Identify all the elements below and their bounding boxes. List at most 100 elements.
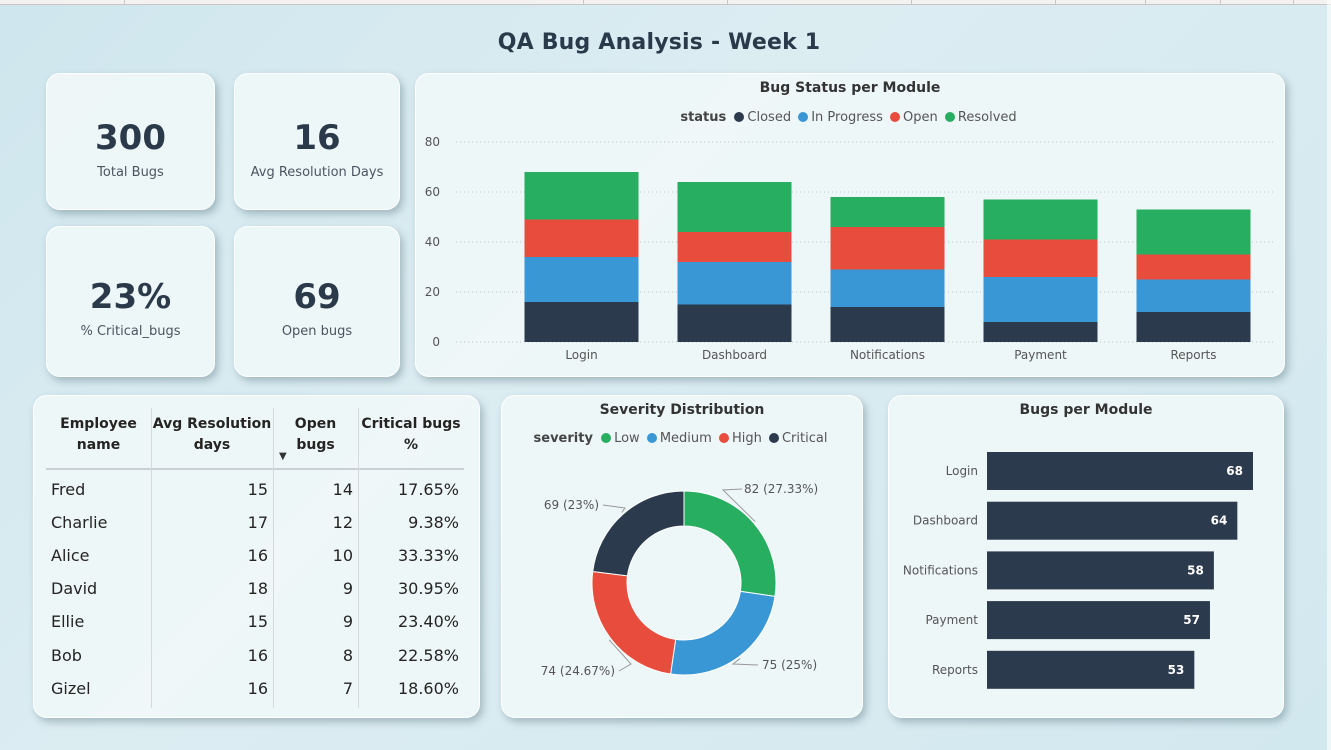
slice-data-label: 82 (27.33%) (744, 482, 818, 496)
module-bar (987, 452, 1253, 490)
cell-employee-name: Fred (51, 480, 86, 499)
cell-avg-resolution: 16 (247, 678, 268, 698)
cell-critical-percent: 22.58% (397, 645, 459, 665)
cell-avg-resolution: 16 (247, 645, 268, 665)
x-tick-label: Payment (1014, 348, 1067, 362)
table-row[interactable]: David 18 9 30.95% (46, 572, 464, 605)
severity-donut-plot: 82 (27.33%) 75 (25%) 74 (24.67%) 69 (23%) (541, 482, 818, 678)
module-chart-card[interactable]: Bugs per Module Login 68 Dashboard 64 Notifi… (888, 395, 1284, 718)
cell-employee-name: Charlie (51, 513, 108, 533)
header-avg-resolution[interactable]: Avg Resolution days (151, 414, 273, 456)
stack-segment-closed (524, 302, 639, 342)
cell-critical-percent: 30.95% (397, 579, 459, 599)
cell-critical-percent: 17.65% (397, 480, 459, 499)
slice-data-label: 74 (24.67%) (541, 664, 615, 678)
stack-segment-in-progress (524, 257, 639, 302)
header-line: % (403, 437, 419, 453)
donut-slice-high (591, 570, 677, 675)
category-label: Reports (932, 663, 978, 677)
cell-avg-resolution: 15 (247, 480, 268, 499)
header-employee-name[interactable]: Employee name (46, 414, 151, 456)
severity-chart-card[interactable]: Severity Distribution severity Low Mediu… (501, 395, 863, 718)
cell-avg-resolution: 16 (247, 546, 268, 566)
x-tick-label: Notifications (850, 348, 925, 362)
stack-segment-resolved (983, 199, 1098, 240)
table-row[interactable]: Fred 15 14 17.65% (46, 473, 464, 506)
stack-segment-open (677, 232, 792, 262)
donut-slice-medium (669, 590, 776, 676)
cell-critical-percent: 18.60% (397, 678, 459, 698)
slice-data-label: 69 (23%) (544, 498, 599, 512)
header-line: Critical bugs (361, 416, 461, 432)
cell-employee-name: Bob (51, 645, 82, 665)
stack-segment-in-progress (983, 277, 1098, 322)
table-row[interactable]: Ellie 15 9 23.40% (46, 605, 464, 638)
stack-segment-closed (983, 322, 1098, 342)
cell-employee-name: David (51, 579, 98, 599)
stack-segment-open (830, 227, 945, 270)
module-bar (987, 650, 1195, 689)
stack-segment-resolved (677, 182, 792, 232)
stack-segment-open (1136, 254, 1251, 280)
table-row[interactable]: Gizel 16 7 18.60% (46, 672, 464, 705)
kpi-label: % Critical_bugs (80, 324, 181, 339)
employee-table-card[interactable]: Employee name Avg Resolution days Open bugs… (33, 395, 480, 718)
y-tick-label: 40 (425, 235, 440, 249)
table-row[interactable]: Charlie 17 12 9.38% (46, 506, 464, 539)
donut-slice-low (683, 490, 777, 598)
category-label: Login (946, 464, 978, 478)
category-label: Payment (925, 613, 978, 627)
kpi-value: 300 (95, 118, 166, 158)
status-chart-plot: 0 20 40 60 80 Login Dashboard Notifications Paym… (425, 135, 1276, 362)
kpi-card-avg-resolution[interactable]: 16 Avg Resolution Days (234, 73, 400, 210)
table-row[interactable]: Bob 16 8 22.58% (46, 639, 464, 672)
stack-segment-open (524, 219, 639, 257)
stack-segment-closed (677, 304, 792, 342)
stack-segment-closed (830, 307, 945, 342)
stack-segment-in-progress (830, 269, 945, 307)
y-tick-label: 20 (425, 285, 440, 299)
cell-critical-percent: 33.33% (397, 546, 459, 566)
stack-segment-open (983, 239, 1098, 277)
leader-line (731, 658, 759, 666)
cell-open-bugs: 7 (342, 678, 353, 698)
sort-descending-icon[interactable]: ▼ (279, 451, 287, 462)
header-critical-percent[interactable]: Critical bugs% (358, 414, 464, 456)
header-open-bugs[interactable]: Open bugs (273, 414, 358, 456)
cell-avg-resolution: 18 (247, 579, 268, 599)
kpi-card-critical-percent[interactable]: 23% % Critical_bugs (46, 226, 215, 377)
module-bar-plot: Login 68 Dashboard 64 Notifications 58 Payment… (903, 452, 1253, 689)
cell-open-bugs: 14 (332, 480, 353, 499)
leader-line (602, 504, 626, 513)
ribbon-strip (0, 0, 1331, 5)
header-line: Employee (60, 416, 137, 432)
cell-open-bugs: 8 (342, 645, 353, 665)
header-line: Avg Resolution (152, 416, 272, 432)
stack-segment-closed (1136, 312, 1251, 342)
stack-segment-resolved (830, 197, 945, 227)
bar-data-label: 57 (1183, 613, 1200, 627)
cell-critical-percent: 9.38% (408, 513, 459, 533)
kpi-card-open-bugs[interactable]: 69 Open bugs (234, 226, 400, 377)
slice-data-label: 75 (25%) (762, 658, 817, 672)
category-label: Notifications (903, 563, 978, 577)
cell-open-bugs: 12 (332, 513, 353, 533)
kpi-value: 23% (89, 277, 172, 317)
kpi-card-total-bugs[interactable]: 300 Total Bugs (46, 73, 215, 210)
category-label: Dashboard (913, 514, 978, 528)
kpi-value: 69 (293, 277, 341, 317)
bar-data-label: 53 (1168, 663, 1185, 677)
cell-open-bugs: 10 (332, 546, 353, 566)
status-chart-card[interactable]: Bug Status per Module status Closed In P… (415, 73, 1285, 377)
canvas-edge (1327, 0, 1331, 750)
cell-avg-resolution: 15 (247, 612, 268, 632)
table-row[interactable]: Alice 16 10 33.33% (46, 539, 464, 572)
cell-employee-name: Alice (51, 546, 90, 566)
x-tick-label: Dashboard (702, 348, 767, 362)
stack-segment-resolved (524, 172, 639, 220)
y-tick-label: 60 (425, 185, 440, 199)
cell-open-bugs: 9 (342, 579, 353, 599)
x-tick-label: Login (565, 348, 597, 362)
header-line: days (193, 437, 231, 453)
header-line: Open (294, 416, 337, 432)
